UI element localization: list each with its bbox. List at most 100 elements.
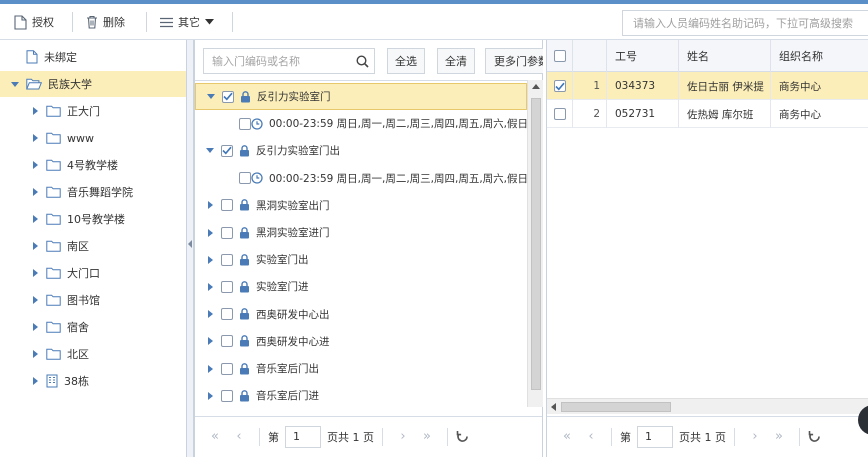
checkbox[interactable]: [239, 117, 251, 130]
expand-arrow-down-icon[interactable]: [206, 92, 216, 102]
clear-all-button[interactable]: 全清: [437, 48, 475, 74]
row-checkbox-cell[interactable]: [547, 100, 573, 128]
door-item[interactable]: 黑洞实验室进门: [195, 219, 527, 246]
checkbox[interactable]: [221, 280, 233, 293]
tree-item[interactable]: 4号教学楼: [0, 152, 186, 178]
expand-arrow-right-icon[interactable]: [205, 391, 215, 401]
expand-arrow-right-icon[interactable]: [30, 268, 40, 278]
expand-arrow-right-icon[interactable]: [205, 336, 215, 346]
table-row[interactable]: 1 034373 佐日古丽 伊米提 商务中心: [547, 72, 868, 100]
checkbox[interactable]: [239, 172, 251, 185]
expand-arrow-right-icon[interactable]: [30, 214, 40, 224]
person-search-input[interactable]: [622, 10, 868, 36]
tree-item[interactable]: 民族大学: [0, 71, 186, 97]
panel-splitter[interactable]: [187, 40, 194, 457]
collapse-arrow-icon[interactable]: [188, 240, 192, 248]
door-item[interactable]: 音乐室后门出: [195, 355, 527, 382]
checkbox[interactable]: [221, 226, 233, 239]
expand-arrow-right-icon[interactable]: [30, 349, 40, 359]
last-page-icon[interactable]: »: [767, 429, 791, 444]
search-icon[interactable]: [350, 54, 374, 68]
expand-arrow-right-icon[interactable]: [205, 364, 215, 374]
door-item[interactable]: 西奥研发中心进: [195, 328, 527, 355]
delete-button[interactable]: 删除: [86, 12, 125, 32]
grid-horizontal-scrollbar[interactable]: [547, 398, 868, 414]
checkbox-checked[interactable]: [222, 90, 234, 103]
expand-arrow-down-icon[interactable]: [10, 79, 20, 89]
expand-arrow-down-icon[interactable]: [205, 146, 215, 156]
expand-arrow-right-icon[interactable]: [205, 255, 215, 265]
checkbox[interactable]: [221, 389, 233, 402]
scroll-left-icon[interactable]: [551, 403, 556, 411]
expand-arrow-right-icon[interactable]: [30, 241, 40, 251]
door-schedule-item[interactable]: 00:00-23:59 周日,周一,周二,周三,周四,周五,周六,假日: [195, 165, 527, 192]
door-item[interactable]: 黑洞实验室出门: [195, 192, 527, 219]
last-page-icon[interactable]: »: [415, 429, 439, 444]
checkbox[interactable]: [221, 253, 233, 266]
door-item[interactable]: 实验室门进: [195, 273, 527, 300]
door-item[interactable]: 反引力实验室门: [195, 83, 527, 110]
tree-item[interactable]: 38栋: [0, 368, 186, 394]
door-schedule-item[interactable]: 00:00-23:59 周日,周一,周二,周三,周四,周五,周六,假日: [195, 110, 527, 137]
tree-item[interactable]: 未绑定: [0, 44, 186, 70]
next-page-icon[interactable]: ›: [743, 429, 767, 444]
more-door-params-button[interactable]: 更多门参数: [485, 48, 543, 74]
door-item[interactable]: 音乐室后门进: [195, 382, 527, 407]
door-list-scrollbar[interactable]: [527, 80, 543, 407]
checkbox[interactable]: [221, 308, 233, 321]
first-page-icon[interactable]: «: [203, 429, 227, 444]
checkbox-checked[interactable]: [554, 80, 566, 92]
row-checkbox-cell[interactable]: [547, 72, 573, 100]
tree-item[interactable]: 大门口: [0, 260, 186, 286]
expand-arrow-right-icon[interactable]: [30, 295, 40, 305]
first-page-icon[interactable]: «: [555, 429, 579, 444]
scroll-thumb[interactable]: [561, 402, 671, 412]
tree-item[interactable]: 北区: [0, 341, 186, 367]
refresh-icon[interactable]: [808, 430, 821, 443]
refresh-icon[interactable]: [456, 430, 469, 443]
door-item[interactable]: 反引力实验室门出: [195, 137, 527, 164]
expand-arrow-right-icon[interactable]: [205, 309, 215, 319]
expand-arrow-right-icon[interactable]: [30, 106, 40, 116]
expand-arrow-right-icon[interactable]: [205, 200, 215, 210]
expand-arrow-right-icon[interactable]: [205, 228, 215, 238]
door-item[interactable]: 实验室门出: [195, 246, 527, 273]
page-number-input[interactable]: 1: [637, 425, 673, 448]
tree-item[interactable]: www: [0, 125, 186, 151]
expand-arrow-right-icon[interactable]: [30, 133, 40, 143]
expand-arrow-right-icon[interactable]: [30, 160, 40, 170]
tree-item[interactable]: 图书馆: [0, 287, 186, 313]
checkbox[interactable]: [221, 362, 233, 375]
tree-item-label: www: [67, 131, 94, 145]
tree-item[interactable]: 音乐舞蹈学院: [0, 179, 186, 205]
scroll-thumb[interactable]: [531, 98, 541, 390]
tree-item[interactable]: 南区: [0, 233, 186, 259]
expand-arrow-right-icon[interactable]: [30, 322, 40, 332]
header-checkbox[interactable]: [554, 50, 566, 62]
checkbox[interactable]: [221, 199, 233, 212]
tree-item[interactable]: 正大门: [0, 98, 186, 124]
prev-page-icon[interactable]: ‹: [227, 429, 251, 444]
prev-page-icon[interactable]: ‹: [579, 429, 603, 444]
authorize-button[interactable]: 授权: [14, 12, 54, 32]
expand-arrow-right-icon[interactable]: [205, 282, 215, 292]
checkbox[interactable]: [221, 335, 233, 348]
door-item[interactable]: 西奥研发中心出: [195, 301, 527, 328]
header-checkbox-cell[interactable]: [547, 40, 573, 72]
tree-item[interactable]: 10号教学楼: [0, 206, 186, 232]
next-page-icon[interactable]: ›: [391, 429, 415, 444]
tree-item[interactable]: 宿舍: [0, 314, 186, 340]
header-name[interactable]: 姓名: [679, 40, 771, 72]
page-number-input[interactable]: 1: [285, 425, 321, 448]
expand-arrow-right-icon[interactable]: [30, 376, 40, 386]
scroll-up-icon[interactable]: [532, 84, 540, 89]
select-all-button[interactable]: 全选: [387, 48, 425, 74]
door-search-input[interactable]: 输入门编码或名称: [203, 48, 375, 74]
table-row[interactable]: 2 052731 佐热姆 库尔班 商务中心: [547, 100, 868, 128]
other-dropdown-button[interactable]: 其它: [160, 12, 214, 32]
expand-arrow-right-icon[interactable]: [30, 187, 40, 197]
header-id[interactable]: 工号: [607, 40, 679, 72]
checkbox[interactable]: [554, 108, 566, 120]
header-org[interactable]: 组织名称: [771, 40, 868, 72]
checkbox-checked[interactable]: [221, 144, 233, 157]
